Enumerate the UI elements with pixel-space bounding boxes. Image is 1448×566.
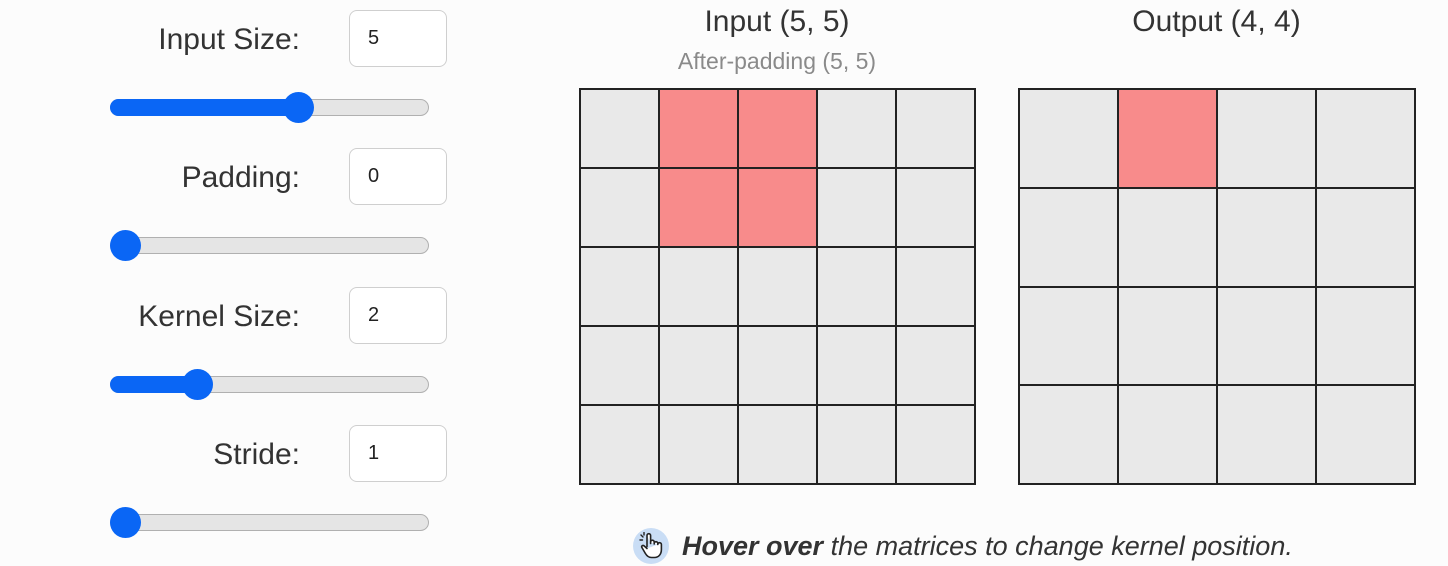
slider-track bbox=[110, 237, 429, 254]
hover-hint: Hover over the matrices to change kernel… bbox=[633, 526, 1293, 566]
matrix-cell[interactable] bbox=[1217, 187, 1316, 287]
stride-label: Stride: bbox=[213, 438, 300, 471]
matrix-cell[interactable] bbox=[659, 247, 738, 326]
matrix-cell[interactable] bbox=[1316, 89, 1415, 188]
matrix-cell[interactable] bbox=[738, 405, 817, 484]
matrix-cell[interactable] bbox=[580, 168, 659, 247]
matrix-cell[interactable] bbox=[817, 89, 896, 168]
matrix-cell[interactable] bbox=[580, 326, 659, 405]
kernel-cell[interactable] bbox=[659, 89, 738, 168]
matrix-cell[interactable] bbox=[817, 405, 896, 484]
matrix-cell[interactable] bbox=[1019, 286, 1118, 386]
input-matrix[interactable] bbox=[579, 88, 976, 485]
stride-field[interactable] bbox=[349, 425, 447, 482]
matrix-cell[interactable] bbox=[896, 326, 975, 405]
matrix-cell[interactable] bbox=[1019, 385, 1118, 484]
matrix-cell[interactable] bbox=[1316, 286, 1415, 386]
hint-bold-text: Hover over bbox=[682, 530, 824, 561]
padding-slider[interactable] bbox=[110, 230, 429, 261]
slider-fill bbox=[110, 99, 299, 116]
kernel-size-field[interactable] bbox=[349, 287, 447, 344]
matrix-cell[interactable] bbox=[1019, 89, 1118, 188]
input-matrix-title: Input (5, 5) bbox=[704, 5, 850, 38]
matrix-cell[interactable] bbox=[896, 89, 975, 168]
matrix-cell[interactable] bbox=[1118, 187, 1217, 287]
input-size-field[interactable] bbox=[349, 10, 447, 67]
matrix-cell[interactable] bbox=[817, 168, 896, 247]
matrix-cell[interactable] bbox=[1217, 385, 1316, 484]
kernel-size-slider[interactable] bbox=[110, 369, 429, 400]
matrix-cell[interactable] bbox=[738, 247, 817, 326]
matrix-cell[interactable] bbox=[1217, 286, 1316, 386]
slider-track bbox=[110, 514, 429, 531]
padding-field[interactable] bbox=[349, 148, 447, 205]
matrix-cell[interactable] bbox=[580, 405, 659, 484]
kernel-size-label: Kernel Size: bbox=[138, 300, 300, 333]
matrix-cell[interactable] bbox=[580, 247, 659, 326]
stride-slider[interactable] bbox=[110, 507, 429, 538]
matrix-cell[interactable] bbox=[1217, 89, 1316, 188]
matrix-cell[interactable] bbox=[1019, 187, 1118, 287]
matrix-cell[interactable] bbox=[738, 326, 817, 405]
slider-thumb[interactable] bbox=[283, 92, 315, 123]
matrix-cell[interactable] bbox=[896, 247, 975, 326]
hint-text: Hover over the matrices to change kernel… bbox=[682, 531, 1293, 562]
matrix-cell[interactable] bbox=[817, 247, 896, 326]
pointer-hand-icon bbox=[633, 528, 669, 564]
hint-rest-text: the matrices to change kernel position. bbox=[823, 530, 1293, 561]
kernel-cell[interactable] bbox=[1118, 89, 1217, 188]
slider-thumb[interactable] bbox=[182, 369, 214, 400]
matrix-cell[interactable] bbox=[1316, 187, 1415, 287]
kernel-cell[interactable] bbox=[738, 89, 817, 168]
slider-thumb[interactable] bbox=[110, 507, 141, 538]
matrix-cell[interactable] bbox=[817, 326, 896, 405]
matrix-cell[interactable] bbox=[1118, 385, 1217, 484]
output-matrix-title: Output (4, 4) bbox=[1132, 5, 1301, 38]
matrix-cell[interactable] bbox=[580, 89, 659, 168]
output-matrix[interactable] bbox=[1018, 88, 1416, 485]
kernel-cell[interactable] bbox=[738, 168, 817, 247]
input-size-slider[interactable] bbox=[110, 92, 429, 123]
slider-thumb[interactable] bbox=[110, 230, 141, 261]
input-size-label: Input Size: bbox=[158, 23, 300, 56]
matrix-cell[interactable] bbox=[659, 326, 738, 405]
matrix-cell[interactable] bbox=[659, 405, 738, 484]
matrix-cell[interactable] bbox=[896, 168, 975, 247]
matrix-cell[interactable] bbox=[1118, 286, 1217, 386]
matrix-cell[interactable] bbox=[896, 405, 975, 484]
matrix-cell[interactable] bbox=[1316, 385, 1415, 484]
kernel-cell[interactable] bbox=[659, 168, 738, 247]
input-matrix-subtitle: After-padding (5, 5) bbox=[677, 48, 877, 74]
padding-label: Padding: bbox=[181, 161, 300, 194]
